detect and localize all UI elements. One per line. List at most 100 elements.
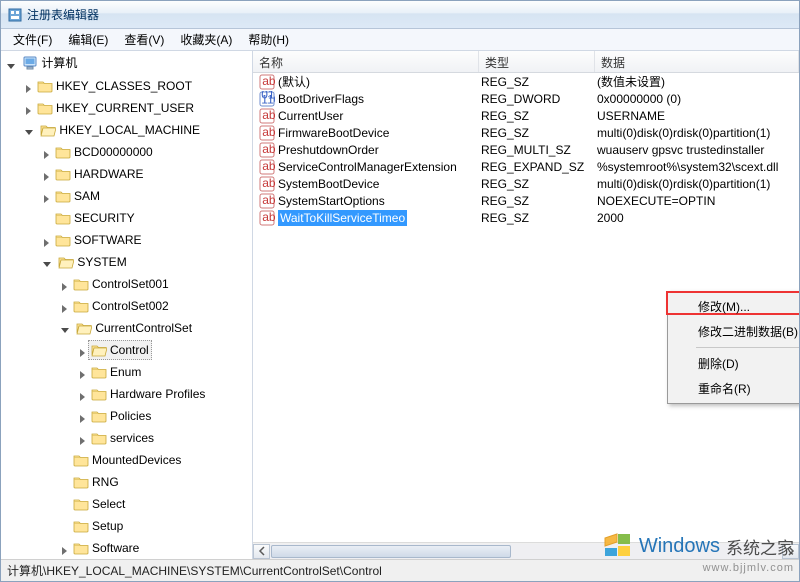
tree-root[interactable]: 计算机	[19, 53, 80, 73]
expand-icon[interactable]	[77, 413, 88, 424]
menu-help[interactable]: 帮助(H)	[240, 29, 297, 50]
tree-item[interactable]: services	[88, 428, 157, 448]
scroll-left-button[interactable]	[253, 544, 270, 559]
tree-pane[interactable]: 计算机 HKEY_CLASSES_ROOT HKEY_CURRENT_USER …	[1, 51, 253, 559]
menu-favorites[interactable]: 收藏夹(A)	[172, 29, 240, 50]
expand-icon[interactable]	[59, 545, 70, 556]
tree-label: HKEY_CLASSES_ROOT	[56, 77, 192, 95]
tree-label: BCD00000000	[74, 143, 153, 161]
collapse-icon[interactable]	[23, 127, 34, 138]
tree-control[interactable]: Control	[88, 340, 152, 360]
tree-label: Software	[92, 539, 139, 557]
tree-item[interactable]: MountedDevices	[70, 450, 184, 470]
collapse-icon[interactable]	[59, 325, 70, 336]
context-rename[interactable]: 重命名(R)	[670, 376, 799, 401]
list-row[interactable]: (默认)REG_SZ(数值未设置)	[253, 73, 799, 90]
value-name: WaitToKillServiceTimeo	[278, 210, 407, 226]
tree-label: HKEY_CURRENT_USER	[56, 99, 194, 117]
tree-label: RNG	[92, 473, 119, 491]
scroll-thumb[interactable]	[271, 545, 511, 558]
expand-icon[interactable]	[59, 281, 70, 292]
tree-item[interactable]: Software	[70, 538, 142, 558]
expand-icon[interactable]	[41, 193, 52, 204]
list-row[interactable]: SystemStartOptionsREG_SZ NOEXECUTE=OPTIN	[253, 192, 799, 209]
list-row[interactable]: FirmwareBootDeviceREG_SZmulti(0)disk(0)r…	[253, 124, 799, 141]
folder-icon	[73, 475, 89, 489]
expand-icon[interactable]	[41, 171, 52, 182]
tree-label: SYSTEM	[77, 253, 126, 271]
menu-file[interactable]: 文件(F)	[5, 29, 60, 50]
tree-item[interactable]: ControlSet002	[70, 296, 172, 316]
expand-icon[interactable]	[41, 149, 52, 160]
tree-item[interactable]: Select	[70, 494, 128, 514]
value-data: USERNAME	[595, 109, 799, 123]
menu-edit[interactable]: 编辑(E)	[60, 29, 116, 50]
context-delete[interactable]: 删除(D)	[670, 351, 799, 376]
tree-label: Select	[92, 495, 125, 513]
tree-item[interactable]: SOFTWARE	[52, 230, 145, 250]
tree-item[interactable]: SAM	[52, 186, 103, 206]
tree-label: ControlSet001	[92, 275, 169, 293]
string-value-icon	[259, 176, 275, 192]
menu-view[interactable]: 查看(V)	[116, 29, 172, 50]
tree-item[interactable]: Enum	[88, 362, 144, 382]
titlebar[interactable]: 注册表编辑器	[1, 1, 799, 29]
list-row[interactable]: PreshutdownOrderREG_MULTI_SZwuauserv gps…	[253, 141, 799, 158]
value-data: 0x00000000 (0)	[595, 92, 799, 106]
expand-icon[interactable]	[23, 105, 34, 116]
collapse-icon[interactable]	[5, 61, 16, 72]
watermark-url: www.bjjmlv.com	[703, 562, 794, 574]
list-row[interactable]: CurrentUserREG_SZUSERNAME	[253, 107, 799, 124]
tree-item[interactable]: Hardware Profiles	[88, 384, 208, 404]
value-list-pane: 名称 类型 数据 (默认)REG_SZ(数值未设置)BootDriverFlag…	[253, 51, 799, 559]
tree-item[interactable]: RNG	[70, 472, 122, 492]
column-name[interactable]: 名称	[253, 51, 479, 72]
tree-label: HARDWARE	[74, 165, 144, 183]
tree-label: Enum	[110, 363, 141, 381]
statusbar: 计算机\HKEY_LOCAL_MACHINE\SYSTEM\CurrentCon…	[1, 559, 799, 581]
context-modify-binary[interactable]: 修改二进制数据(B)...	[670, 319, 799, 344]
value-type: REG_DWORD	[479, 92, 595, 106]
expand-icon[interactable]	[77, 435, 88, 446]
tree-label: SECURITY	[74, 209, 135, 227]
value-data: %systemroot%\system32\scext.dll	[595, 160, 799, 174]
folder-icon	[55, 167, 71, 181]
tree-label: SOFTWARE	[74, 231, 142, 249]
context-modify[interactable]: 修改(M)...	[670, 294, 799, 319]
list-row[interactable]: SystemBootDeviceREG_SZmulti(0)disk(0)rdi…	[253, 175, 799, 192]
list-row[interactable]: WaitToKillServiceTimeoREG_SZ2000	[253, 209, 799, 226]
string-value-icon	[259, 193, 275, 209]
folder-icon	[37, 79, 53, 93]
tree-item[interactable]: Setup	[70, 516, 126, 536]
expand-icon[interactable]	[41, 237, 52, 248]
tree-item[interactable]: HARDWARE	[52, 164, 147, 184]
collapse-icon[interactable]	[41, 259, 52, 270]
expand-icon[interactable]	[77, 369, 88, 380]
expand-icon[interactable]	[23, 83, 34, 94]
value-name: SystemStartOptions	[278, 194, 385, 208]
tree-label: Control	[110, 341, 149, 359]
tree-system[interactable]: SYSTEM	[55, 252, 129, 272]
tree-ccs[interactable]: CurrentControlSet	[73, 318, 195, 338]
expand-icon[interactable]	[77, 347, 88, 358]
folder-icon	[91, 409, 107, 423]
value-type: REG_SZ	[479, 211, 595, 225]
watermark-brand: Windows	[639, 535, 720, 558]
tree-label: CurrentControlSet	[95, 319, 192, 337]
tree-hkcu[interactable]: HKEY_CURRENT_USER	[34, 98, 197, 118]
expand-icon[interactable]	[77, 391, 88, 402]
tree-label: services	[110, 429, 154, 447]
list-row[interactable]: ServiceControlManagerExtensionREG_EXPAND…	[253, 158, 799, 175]
list-row[interactable]: BootDriverFlagsREG_DWORD0x00000000 (0)	[253, 90, 799, 107]
folder-icon	[55, 145, 71, 159]
expand-icon[interactable]	[59, 303, 70, 314]
tree-item[interactable]: BCD00000000	[52, 142, 156, 162]
tree-item[interactable]: ControlSet001	[70, 274, 172, 294]
tree-item[interactable]: SECURITY	[52, 208, 138, 228]
tree-hklm[interactable]: HKEY_LOCAL_MACHINE	[37, 120, 203, 140]
column-type[interactable]: 类型	[479, 51, 595, 72]
value-data: multi(0)disk(0)rdisk(0)partition(1)	[595, 177, 799, 191]
tree-item[interactable]: Policies	[88, 406, 154, 426]
column-data[interactable]: 数据	[595, 51, 799, 72]
tree-hkcr[interactable]: HKEY_CLASSES_ROOT	[34, 76, 195, 96]
